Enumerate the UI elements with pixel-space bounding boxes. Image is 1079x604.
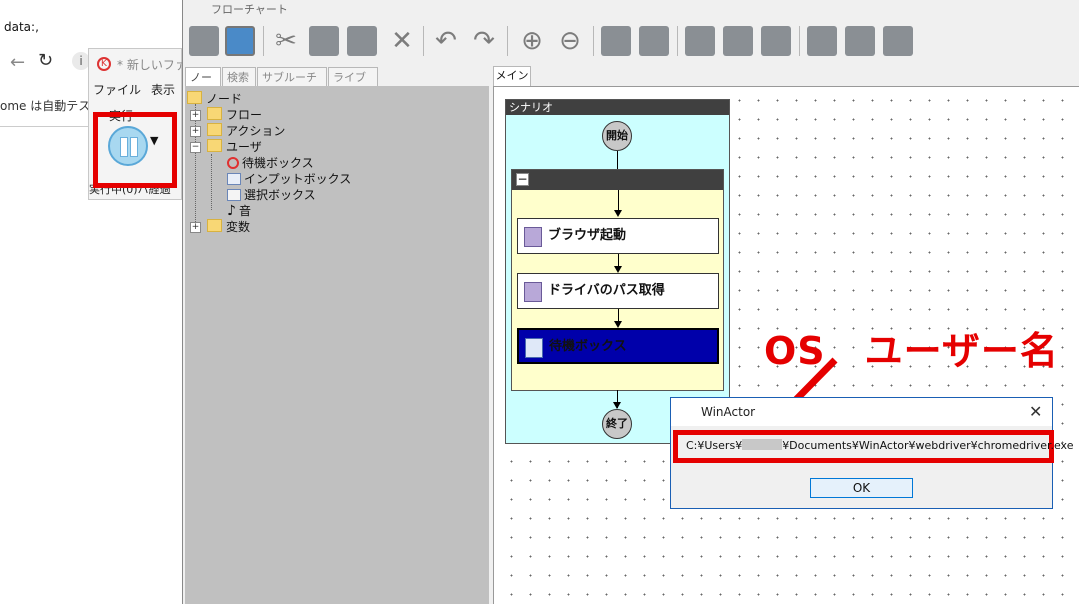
toolbar-separator (507, 26, 508, 56)
group-header: − (512, 170, 723, 190)
receive-icon[interactable] (761, 26, 791, 56)
tree-item-input-box[interactable]: インプットボックス (227, 170, 351, 186)
path-highlight: C:¥Users¥ ¥Documents¥WinActor¥webdriver¥c… (673, 430, 1074, 463)
cut-icon[interactable]: ✂ (271, 26, 301, 56)
group-block[interactable]: − ブラウザ起動 ドライバのパス取得 待機ボックス (511, 169, 724, 391)
tree-root[interactable]: ノード (187, 90, 242, 106)
delete-icon[interactable]: ✕ (387, 26, 417, 56)
send-icon[interactable] (723, 26, 753, 56)
node-tree: ノード + フロー + アクション − ユーザ 待機ボックス インプットボックス… (185, 86, 489, 604)
redo-icon[interactable]: ↷ (469, 26, 499, 56)
window-title: フローチャート (211, 3, 288, 16)
reload-icon[interactable]: ↻ (38, 50, 53, 71)
dialog-titlebar: WinActor ✕ (671, 398, 1052, 426)
arrowhead (614, 210, 622, 217)
folder-icon (187, 91, 202, 104)
driver-path-text: C:¥Users¥ ¥Documents¥WinActor¥webdriver¥c… (686, 439, 1074, 452)
tree-item-variable[interactable]: 変数 (207, 218, 250, 234)
menu-file[interactable]: ファイル (93, 83, 141, 97)
tab-main[interactable]: メイン (493, 66, 531, 86)
end-node[interactable]: 終了 (602, 409, 632, 439)
wait-box-icon (525, 338, 543, 358)
print-icon[interactable] (883, 26, 913, 56)
export-icon[interactable] (601, 26, 631, 56)
tree-item-action[interactable]: アクション (207, 122, 285, 138)
tab-library[interactable]: ライブラリ (328, 67, 378, 100)
scenario-block[interactable]: シナリオ 開始 − ブラウザ起動 ドライバのパス取得 待機ボックス 終了 (505, 99, 730, 444)
tab-subroutine[interactable]: サブルーチン (257, 67, 327, 100)
left-pane-tabs: ノード 検索 サブルーチン ライブラリ (185, 67, 489, 100)
redacted-username (742, 439, 783, 450)
close-icon[interactable]: ✕ (1029, 402, 1042, 421)
arrowhead (614, 266, 622, 273)
input-box-icon (227, 173, 241, 185)
run-button-highlight (93, 112, 177, 188)
toolbar-separator (263, 26, 264, 56)
folder-icon (207, 123, 222, 136)
tree-item-wait-box[interactable]: 待機ボックス (227, 154, 314, 170)
automation-notice: ome は自動テスト (0, 99, 103, 113)
tree-line (211, 154, 212, 210)
toolbar-separator (593, 26, 594, 56)
scenario-title: シナリオ (506, 100, 729, 115)
tab-node[interactable]: ノード (185, 67, 221, 100)
action-browser-launch[interactable]: ブラウザ起動 (517, 218, 719, 254)
toolbar: ✂ ✕ ↶ ↷ ⊕ ⊖ (183, 20, 1079, 62)
music-note-icon: ♪ (227, 203, 236, 219)
collapse-icon[interactable]: − (516, 173, 529, 186)
start-node[interactable]: 開始 (602, 121, 632, 151)
tab-search[interactable]: 検索 (222, 67, 256, 86)
tree-item-select-box[interactable]: 選択ボックス (227, 186, 316, 202)
expand-icon[interactable]: + (190, 126, 201, 137)
toolbar-separator (799, 26, 800, 56)
arrowhead (614, 321, 622, 328)
toolbar-separator (677, 26, 678, 56)
library-icon (524, 227, 542, 247)
action-wait-box[interactable]: 待機ボックス (517, 328, 719, 364)
dialog-title: WinActor (701, 405, 756, 419)
expand-icon[interactable]: + (190, 222, 201, 233)
address-bar[interactable]: data:, (4, 20, 39, 34)
capture-icon[interactable] (189, 26, 219, 56)
collapse-icon[interactable]: − (190, 142, 201, 153)
import-icon[interactable] (639, 26, 669, 56)
copy-icon[interactable] (309, 26, 339, 56)
windows-icon[interactable] (807, 26, 837, 56)
zoom-out-icon[interactable]: ⊖ (555, 26, 585, 56)
winactor-dialog: WinActor ✕ C:¥Users¥ ¥Documents¥WinActor¥… (670, 397, 1074, 509)
image-icon[interactable] (225, 26, 255, 56)
toolbar-separator (423, 26, 424, 56)
tree-item-user[interactable]: ユーザ (207, 138, 262, 154)
tree-line (195, 104, 196, 226)
library-icon (524, 282, 542, 302)
comment-icon[interactable] (685, 26, 715, 56)
select-box-icon (227, 189, 241, 201)
ok-button[interactable]: OK (810, 478, 913, 498)
menu-view[interactable]: 表示 (151, 83, 175, 97)
zoom-in-icon[interactable]: ⊕ (517, 26, 547, 56)
winactor-logo-icon: K (97, 57, 111, 71)
tree-item-flow[interactable]: フロー (207, 106, 262, 122)
download-icon[interactable] (845, 26, 875, 56)
wait-box-icon (227, 157, 239, 169)
expand-icon[interactable]: + (190, 110, 201, 121)
flowchart-window: フローチャート ✂ ✕ ↶ ↷ ⊕ ⊖ ノード 検索 サブルーチン ライブラリ (182, 0, 1079, 604)
tree-item-sound[interactable]: ♪ 音 (227, 202, 251, 219)
arrowhead (613, 402, 621, 409)
paste-icon[interactable] (347, 26, 377, 56)
back-icon[interactable]: ← (10, 52, 25, 73)
undo-icon[interactable]: ↶ (431, 26, 461, 56)
folder-icon (207, 107, 222, 120)
folder-icon (207, 219, 222, 232)
action-get-driver-path[interactable]: ドライバのパス取得 (517, 273, 719, 309)
folder-icon (207, 139, 222, 152)
